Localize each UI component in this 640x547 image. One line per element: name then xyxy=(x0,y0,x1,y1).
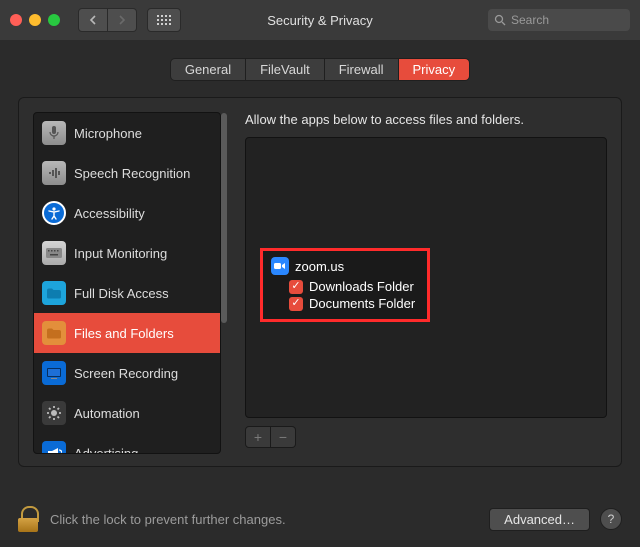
close-window-button[interactable] xyxy=(10,14,22,26)
search-icon xyxy=(494,14,506,26)
sidebar-item-accessibility[interactable]: Accessibility xyxy=(34,193,220,233)
grid-icon xyxy=(157,15,171,25)
permission-label: Downloads Folder xyxy=(309,279,414,294)
add-button[interactable]: + xyxy=(245,426,271,448)
highlighted-app-block: zoom.us ✓ Downloads Folder ✓ Documents F… xyxy=(260,248,430,322)
search-placeholder: Search xyxy=(511,13,549,27)
screen-icon xyxy=(42,361,66,385)
sidebar-item-label: Screen Recording xyxy=(74,366,178,381)
sidebar-item-label: Accessibility xyxy=(74,206,145,221)
sidebar-item-files-and-folders[interactable]: Files and Folders xyxy=(34,313,220,353)
help-button[interactable]: ? xyxy=(600,508,622,530)
sidebar-item-label: Advertising xyxy=(74,446,138,455)
tab-bar: General FileVault Firewall Privacy xyxy=(0,58,640,81)
app-permission-list[interactable]: zoom.us ✓ Downloads Folder ✓ Documents F… xyxy=(245,137,607,418)
permission-row[interactable]: ✓ Documents Folder xyxy=(289,296,415,311)
app-name: zoom.us xyxy=(295,259,344,274)
sidebar-item-label: Microphone xyxy=(74,126,142,141)
permission-row[interactable]: ✓ Downloads Folder xyxy=(289,279,415,294)
right-pane: Allow the apps below to access files and… xyxy=(245,112,607,448)
chevron-right-icon xyxy=(118,15,126,25)
app-row[interactable]: zoom.us xyxy=(271,257,415,275)
minimize-window-button[interactable] xyxy=(29,14,41,26)
zoom-window-button[interactable] xyxy=(48,14,60,26)
sidebar-item-microphone[interactable]: Microphone xyxy=(34,113,220,153)
zoom-icon xyxy=(271,257,289,275)
sidebar-item-label: Speech Recognition xyxy=(74,166,190,181)
nav-buttons xyxy=(78,8,137,32)
megaphone-icon xyxy=(42,441,66,454)
checkbox-checked[interactable]: ✓ xyxy=(289,297,303,311)
sidebar-item-label: Input Monitoring xyxy=(74,246,167,261)
gear-icon xyxy=(42,401,66,425)
forward-button[interactable] xyxy=(108,8,137,32)
accessibility-icon xyxy=(42,201,66,225)
sidebar-item-full-disk-access[interactable]: Full Disk Access xyxy=(34,273,220,313)
preferences-window: Security & Privacy Search General FileVa… xyxy=(0,0,640,547)
add-remove-buttons: + − xyxy=(245,426,607,448)
lock-row[interactable]: Click the lock to prevent further change… xyxy=(18,506,286,532)
sidebar-item-label: Automation xyxy=(74,406,140,421)
lock-open-icon xyxy=(18,506,40,532)
checkbox-checked[interactable]: ✓ xyxy=(289,280,303,294)
lock-text: Click the lock to prevent further change… xyxy=(50,512,286,527)
traffic-lights xyxy=(10,14,60,26)
disk-icon xyxy=(42,281,66,305)
right-pane-heading: Allow the apps below to access files and… xyxy=(245,112,607,127)
tab-strip: General FileVault Firewall Privacy xyxy=(170,58,470,81)
microphone-icon xyxy=(42,121,66,145)
content-box: Microphone Speech Recognition Accessibil… xyxy=(18,97,622,467)
sidebar-item-advertising[interactable]: Advertising xyxy=(34,433,220,454)
sidebar-item-screen-recording[interactable]: Screen Recording xyxy=(34,353,220,393)
keyboard-icon xyxy=(42,241,66,265)
back-button[interactable] xyxy=(78,8,108,32)
chevron-left-icon xyxy=(89,15,97,25)
show-all-button[interactable] xyxy=(147,8,181,32)
title-bar: Security & Privacy Search xyxy=(0,0,640,40)
remove-button[interactable]: − xyxy=(271,426,296,448)
sidebar-item-input-monitoring[interactable]: Input Monitoring xyxy=(34,233,220,273)
search-field[interactable]: Search xyxy=(488,9,630,31)
speech-icon xyxy=(42,161,66,185)
tab-firewall[interactable]: Firewall xyxy=(325,59,399,80)
advanced-button[interactable]: Advanced… xyxy=(489,508,590,531)
sidebar-item-label: Full Disk Access xyxy=(74,286,169,301)
tab-general[interactable]: General xyxy=(171,59,246,80)
folder-icon xyxy=(42,321,66,345)
privacy-category-list[interactable]: Microphone Speech Recognition Accessibil… xyxy=(33,112,221,454)
tab-privacy[interactable]: Privacy xyxy=(399,59,470,80)
sidebar-item-automation[interactable]: Automation xyxy=(34,393,220,433)
sidebar-scrollbar[interactable] xyxy=(221,113,227,323)
tab-filevault[interactable]: FileVault xyxy=(246,59,325,80)
permission-label: Documents Folder xyxy=(309,296,415,311)
sidebar-container: Microphone Speech Recognition Accessibil… xyxy=(33,112,225,448)
sidebar-item-label: Files and Folders xyxy=(74,326,174,341)
footer: Click the lock to prevent further change… xyxy=(0,491,640,547)
sidebar-item-speech-recognition[interactable]: Speech Recognition xyxy=(34,153,220,193)
